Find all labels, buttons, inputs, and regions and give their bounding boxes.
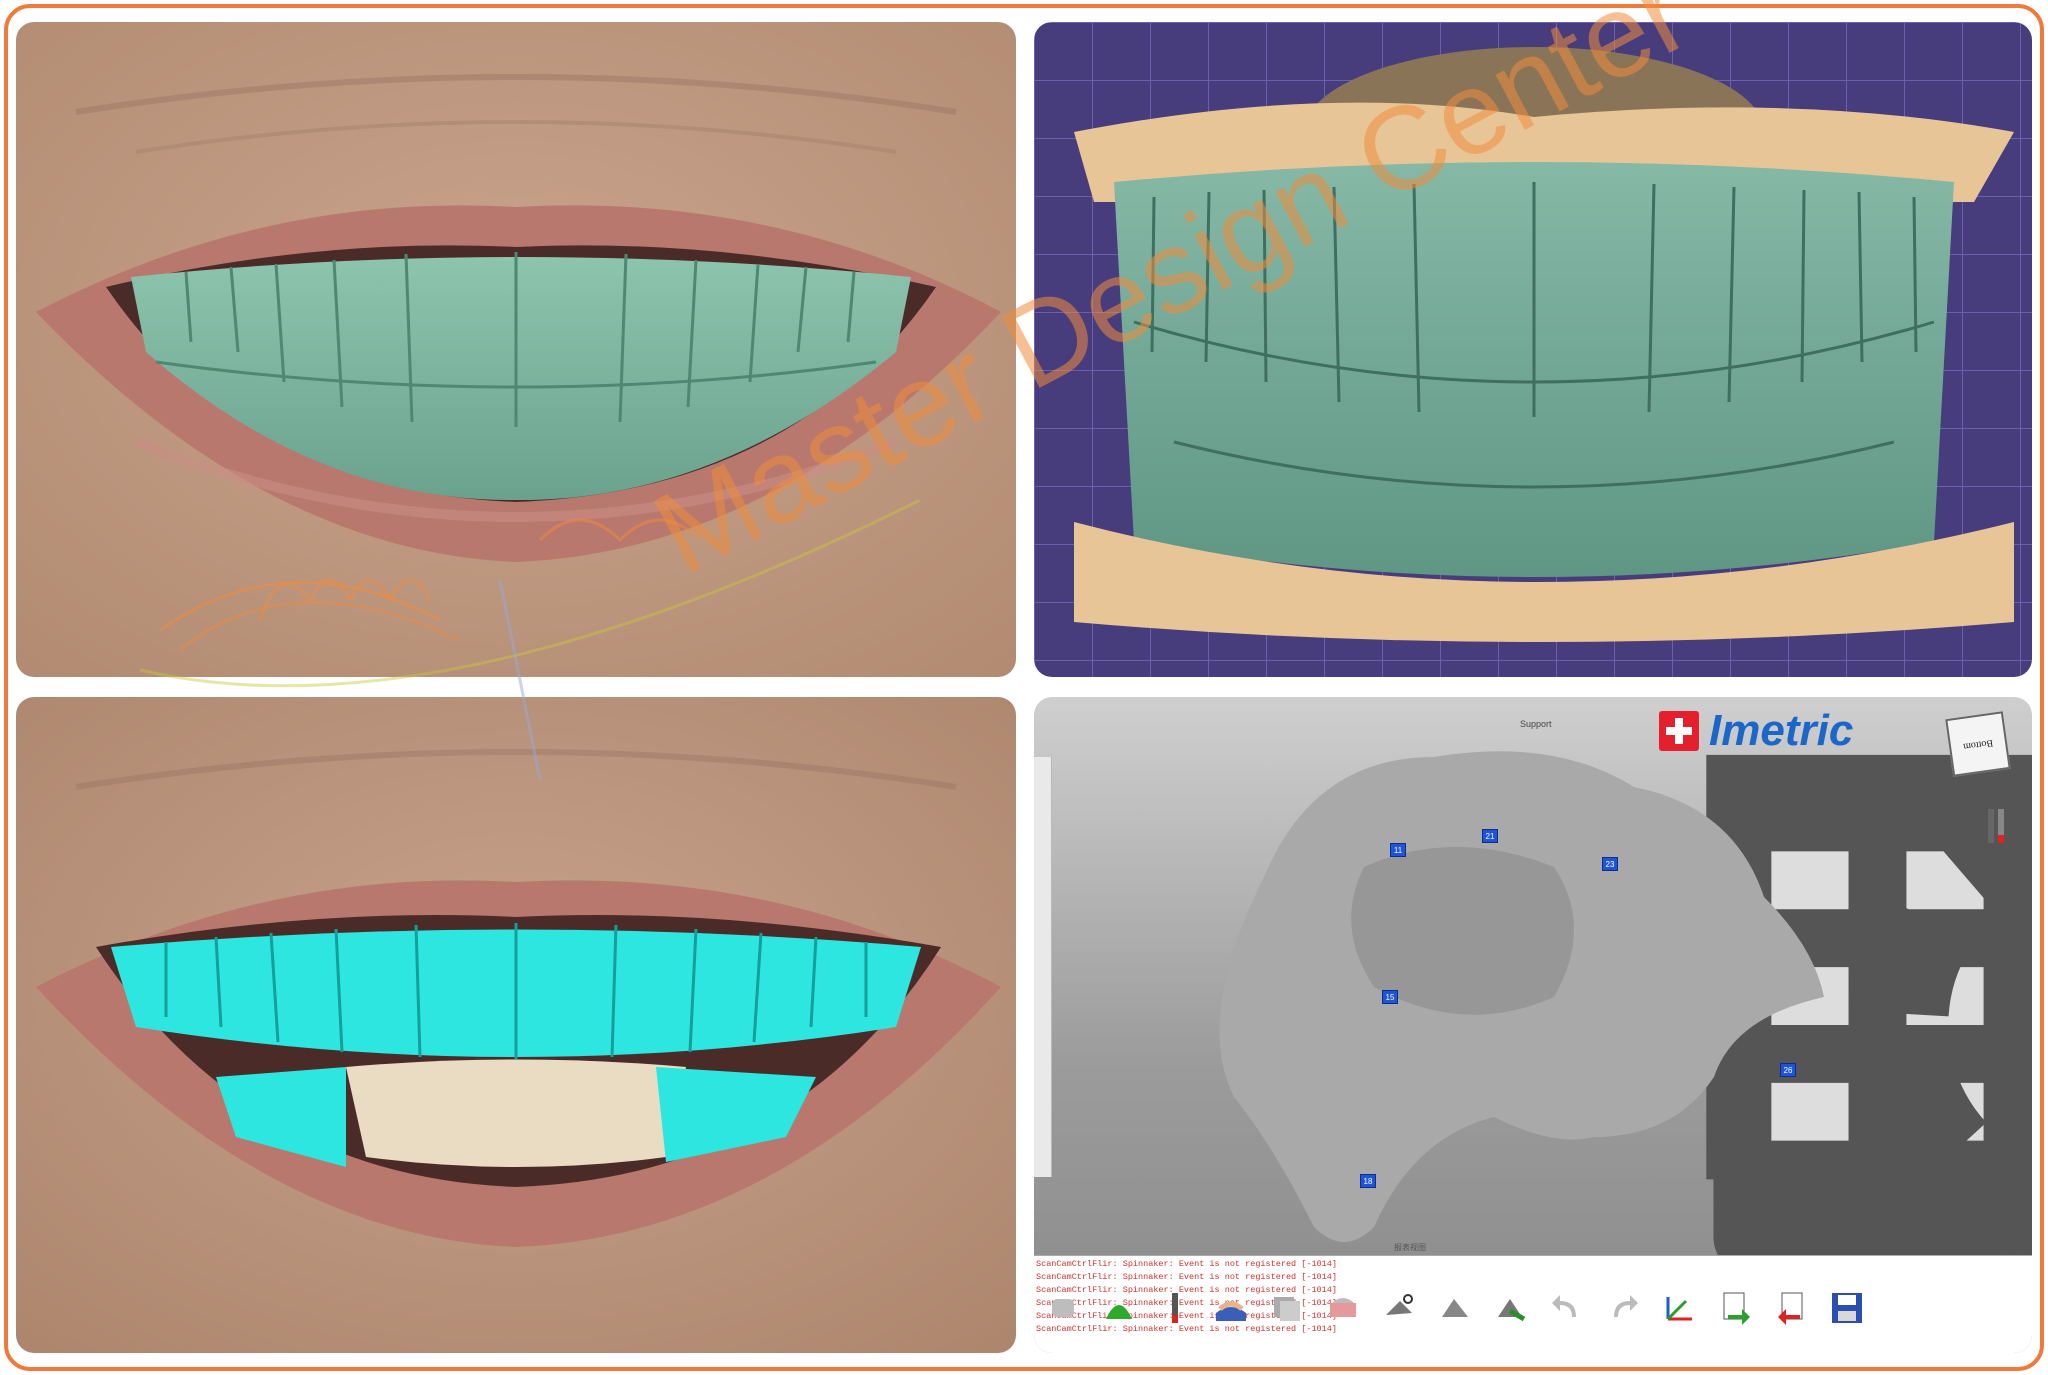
scan-marker-26[interactable]: 26 — [1780, 1063, 1796, 1077]
save-icon[interactable] — [1826, 1287, 1868, 1329]
redo-icon[interactable] — [1602, 1287, 1644, 1329]
implant-tool-icon[interactable] — [1154, 1287, 1196, 1329]
smile-photo-green-teeth — [16, 22, 1016, 677]
imetric-scan-window: Support Imetric Bottom ●●● 11 21 23 15 2… — [1034, 697, 2032, 1353]
axis-icon[interactable] — [1658, 1287, 1700, 1329]
scan-body-icon[interactable] — [1042, 1287, 1084, 1329]
green-scan-icon[interactable] — [1490, 1287, 1532, 1329]
denture-model-illustration — [1034, 22, 2032, 677]
smile-photo-green-illustration — [16, 22, 1016, 677]
scan-marker-11[interactable]: 11 — [1390, 843, 1406, 857]
console-title: 报表视图 — [1394, 1243, 1426, 1252]
model-base-icon[interactable] — [1210, 1287, 1252, 1329]
cut-scissors-icon[interactable] — [1378, 1287, 1420, 1329]
scan-marker-23[interactable]: 23 — [1602, 857, 1618, 871]
log-line: ScanCamCtrlFlir: Spinnaker: Event is not… — [1036, 1272, 1337, 1282]
scanned-maxilla-model — [1219, 751, 1824, 1242]
green-arch-icon[interactable] — [1098, 1287, 1140, 1329]
scan-marker-18[interactable]: 18 — [1360, 1174, 1376, 1188]
import-icon[interactable] — [1770, 1287, 1812, 1329]
undo-icon[interactable] — [1546, 1287, 1588, 1329]
log-line: ScanCamCtrlFlir: Spinnaker: Event is not… — [1036, 1259, 1337, 1269]
scan-marker-15[interactable]: 15 — [1382, 990, 1398, 1004]
denture-model-3d-view — [1034, 22, 2032, 677]
stl-stack-icon[interactable] — [1266, 1287, 1308, 1329]
export-icon[interactable] — [1714, 1287, 1756, 1329]
smile-photo-cyan-illustration — [16, 697, 1016, 1353]
log-console: 报表视图 ScanCamCtrlFlir: Spinnaker: Event i… — [1034, 1243, 2032, 1353]
smile-photo-cyan-teeth — [16, 697, 1016, 1353]
bottom-toolbar — [1042, 1284, 1868, 1332]
articulator-icon[interactable] — [1322, 1287, 1364, 1329]
align-icon[interactable] — [1434, 1287, 1476, 1329]
scan-marker-21[interactable]: 21 — [1482, 829, 1498, 843]
